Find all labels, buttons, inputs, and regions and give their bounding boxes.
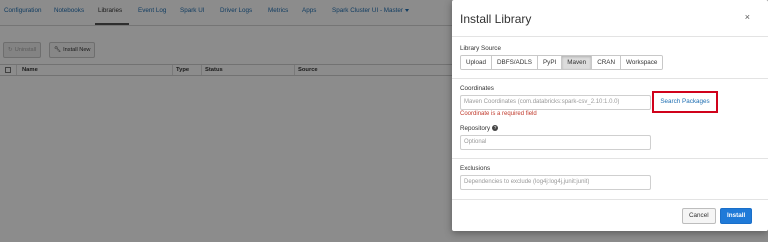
source-option-upload[interactable]: Upload [461,56,492,69]
dialog-title: Install Library [460,12,532,26]
coordinates-error: Coordinate is a required field [460,111,537,117]
source-option-maven[interactable]: Maven [562,56,593,69]
source-option-dbfs-adls[interactable]: DBFS/ADLS [491,56,538,69]
header-divider [452,36,768,37]
coordinates-input[interactable]: Maven Coordinates (com.databricks:spark-… [460,95,651,110]
library-source-selector: Upload DBFS/ADLS PyPI Maven CRAN Workspa… [460,55,664,70]
cancel-button[interactable]: Cancel [682,208,716,224]
repository-label: Repository? [460,125,499,132]
repository-input[interactable]: Optional [460,135,651,150]
section-divider [452,78,768,79]
install-button[interactable]: Install [720,208,753,224]
coordinates-label: Coordinates [460,85,494,92]
source-option-pypi[interactable]: PyPI [537,56,563,69]
install-library-dialog: Install Library × Library Source Upload … [452,0,768,231]
exclusions-label: Exclusions [460,165,491,172]
footer-divider [452,199,768,200]
source-option-workspace[interactable]: Workspace [621,56,663,69]
close-icon[interactable]: × [745,12,750,22]
search-packages-link[interactable]: Search Packages [652,91,718,113]
section-divider [452,158,768,159]
exclusions-input[interactable]: Dependencies to exclude (log4j:log4j,jun… [460,175,651,190]
source-option-cran[interactable]: CRAN [592,56,622,69]
library-source-label: Library Source [460,45,501,52]
help-icon[interactable]: ? [492,125,499,132]
repository-label-text: Repository [460,125,491,132]
